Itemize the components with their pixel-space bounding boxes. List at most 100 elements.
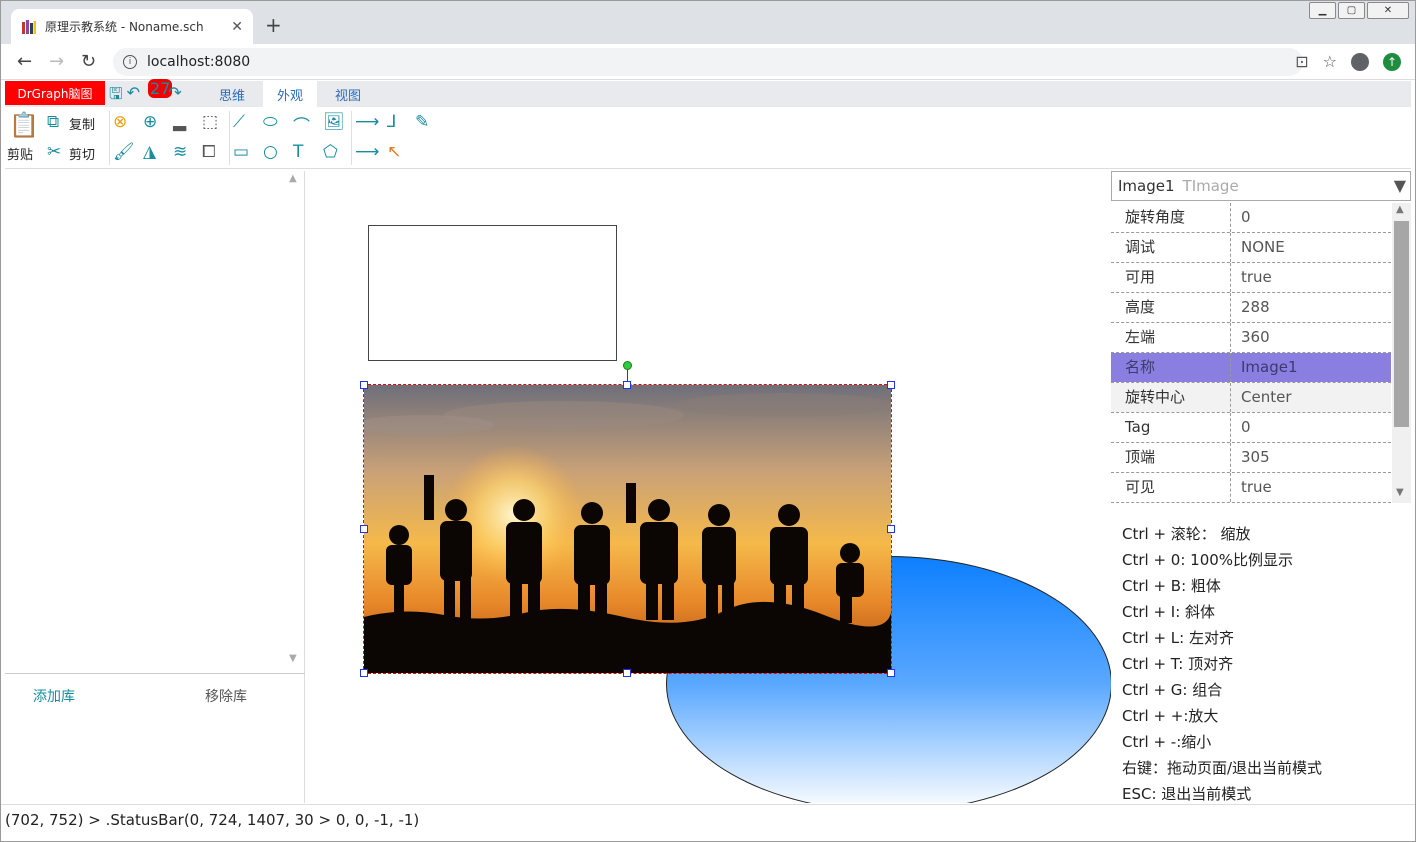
resize-handle[interactable] (887, 381, 895, 389)
object-selector[interactable]: Image1 TImage ▼ (1111, 171, 1411, 201)
property-value[interactable]: 360 (1231, 323, 1391, 352)
paste-icon[interactable]: 📋 (9, 111, 39, 139)
property-row[interactable]: 顶端 305 (1111, 443, 1391, 473)
update-icon[interactable]: ↑ (1383, 52, 1401, 71)
tab-view[interactable]: 视图 (321, 81, 375, 107)
align-bottom-icon[interactable]: ▂ (173, 112, 186, 132)
new-tab-button[interactable]: + (265, 13, 282, 37)
property-row[interactable]: 左端 360 (1111, 323, 1391, 353)
paste-label[interactable]: 剪贴 (7, 144, 33, 163)
connector-icon[interactable]: ⅃ (387, 112, 396, 132)
rotate-handle[interactable] (623, 361, 632, 370)
property-value[interactable]: Center (1231, 383, 1391, 412)
property-value[interactable]: true (1231, 473, 1391, 502)
remove-library-button[interactable]: 移除库 (205, 686, 247, 706)
property-row[interactable]: 高度 288 (1111, 293, 1391, 323)
cut-label[interactable]: 剪切 (69, 144, 95, 163)
property-row[interactable]: 旋转中心 Center (1111, 383, 1391, 413)
tab-appearance[interactable]: 外观 (263, 81, 318, 107)
ellipse-icon[interactable]: ⬭ (263, 112, 278, 132)
arrow-icon[interactable]: ⟶ (355, 112, 379, 132)
property-value[interactable]: 288 (1231, 293, 1391, 322)
browser-window: 原理示教系统 - Noname.sch ✕ + ▁ ▢ ✕ ← → ↻ i lo… (0, 0, 1416, 842)
property-row[interactable]: 可用 true (1111, 263, 1391, 293)
property-scrollbar[interactable]: ▲ ▼ (1392, 203, 1411, 503)
brand-label[interactable]: DrGraph脑图 (5, 81, 105, 105)
translate-icon[interactable]: ⊡ (1295, 52, 1308, 71)
rectangle-shape[interactable] (368, 225, 617, 361)
property-value[interactable]: NONE (1231, 233, 1391, 262)
line-icon[interactable]: ⟋ (233, 112, 245, 132)
circle-icon[interactable]: ○ (263, 142, 278, 162)
property-row[interactable]: 调试 NONE (1111, 233, 1391, 263)
property-row-selected[interactable]: 名称 Image1 (1111, 353, 1391, 383)
back-icon[interactable]: ← (17, 51, 32, 72)
arc-icon[interactable]: ⌒ (293, 112, 310, 137)
drawing-canvas[interactable] (306, 171, 1111, 803)
minimize-button[interactable]: ▁ (1309, 2, 1336, 19)
resize-handle[interactable] (887, 669, 895, 677)
property-row[interactable]: Tag 0 (1111, 413, 1391, 443)
info-icon[interactable]: i (123, 55, 137, 69)
scroll-up-icon[interactable]: ▲ (1396, 204, 1404, 215)
star-icon[interactable]: ☆ (1323, 52, 1337, 71)
reload-icon[interactable]: ↻ (81, 51, 96, 72)
polygon-icon[interactable]: ⬠ (323, 142, 338, 162)
delete-icon[interactable]: ⊗ (113, 112, 127, 132)
property-key: 旋转角度 (1111, 203, 1231, 232)
property-value[interactable]: 0 (1231, 203, 1391, 232)
browser-tab[interactable]: 原理示教系统 - Noname.sch ✕ (11, 9, 253, 44)
resize-handle[interactable] (623, 669, 631, 677)
scroll-down-icon[interactable]: ▼ (1396, 487, 1404, 498)
rectangle-icon[interactable]: ▭ (233, 142, 249, 162)
select-area-icon[interactable]: ⬚ (202, 112, 218, 132)
address-bar[interactable]: i localhost:8080 (113, 48, 1303, 76)
cut-icon[interactable]: ✂ (47, 142, 61, 162)
property-value[interactable]: 0 (1231, 413, 1391, 442)
property-row[interactable]: 旋转角度 0 (1111, 203, 1391, 233)
help-line: Ctrl + 0: 100%比例显示 (1122, 551, 1294, 569)
flip-icon[interactable]: ◮ (143, 142, 156, 162)
scroll-down-icon[interactable]: ▼ (289, 653, 297, 664)
chevron-down-icon[interactable]: ▼ (1394, 176, 1406, 195)
copy-label[interactable]: 复制 (69, 114, 95, 133)
property-value[interactable]: true (1231, 263, 1391, 292)
resize-handle[interactable] (887, 525, 895, 533)
resize-handle[interactable] (360, 381, 368, 389)
resize-handle[interactable] (360, 525, 368, 533)
forward-icon[interactable]: → (49, 51, 64, 72)
close-tab-icon[interactable]: ✕ (231, 19, 243, 35)
maximize-button[interactable]: ▢ (1338, 2, 1365, 19)
property-value[interactable]: Image1 (1231, 353, 1391, 382)
tab-thinking[interactable]: 思维 (205, 81, 259, 107)
resize-handle[interactable] (360, 669, 368, 677)
property-row[interactable]: 可见 true (1111, 473, 1391, 503)
save-icon[interactable]: 🖫 (109, 83, 123, 110)
property-value[interactable]: 305 (1231, 443, 1391, 472)
pointer-icon[interactable]: ↖ (387, 142, 401, 162)
scroll-up-icon[interactable]: ▲ (289, 173, 297, 184)
zoom-in-icon[interactable]: ⊕ (143, 112, 157, 132)
frame-icon[interactable]: ⧠ (202, 142, 216, 162)
property-key: Tag (1111, 413, 1231, 442)
help-line: 右键：拖动页面/退出当前模式 (1122, 759, 1323, 777)
tab-title: 原理示教系统 - Noname.sch (45, 20, 204, 34)
add-library-button[interactable]: 添加库 (33, 686, 75, 706)
brush-icon[interactable]: 🖌 (113, 142, 135, 162)
tab-strip: 原理示教系统 - Noname.sch ✕ + ▁ ▢ ✕ (1, 1, 1415, 44)
undo-icon[interactable]: ↶ 27 (127, 79, 173, 110)
edit-icon[interactable]: ✎ (415, 112, 429, 132)
redo-icon[interactable]: ↷ (168, 83, 181, 110)
close-window-button[interactable]: ✕ (1367, 2, 1409, 19)
layers-icon[interactable]: ≋ (173, 142, 187, 162)
copy-icon[interactable]: ⧉ (47, 112, 59, 132)
profile-avatar[interactable] (1351, 52, 1369, 71)
library-scrollbar[interactable]: ▲ ▼ (285, 171, 305, 671)
arrow-line-icon[interactable]: ⟶ (355, 142, 379, 162)
image-icon[interactable]: 🖼 (323, 112, 345, 132)
selected-image[interactable] (363, 384, 892, 674)
ribbon-tab-bar: DrGraph脑图 🖫 ↶ 27 ↷ 思维 外观 视图 (5, 79, 1411, 110)
text-icon[interactable]: T (293, 142, 303, 162)
scroll-thumb[interactable] (1394, 221, 1409, 427)
resize-handle[interactable] (623, 381, 631, 389)
